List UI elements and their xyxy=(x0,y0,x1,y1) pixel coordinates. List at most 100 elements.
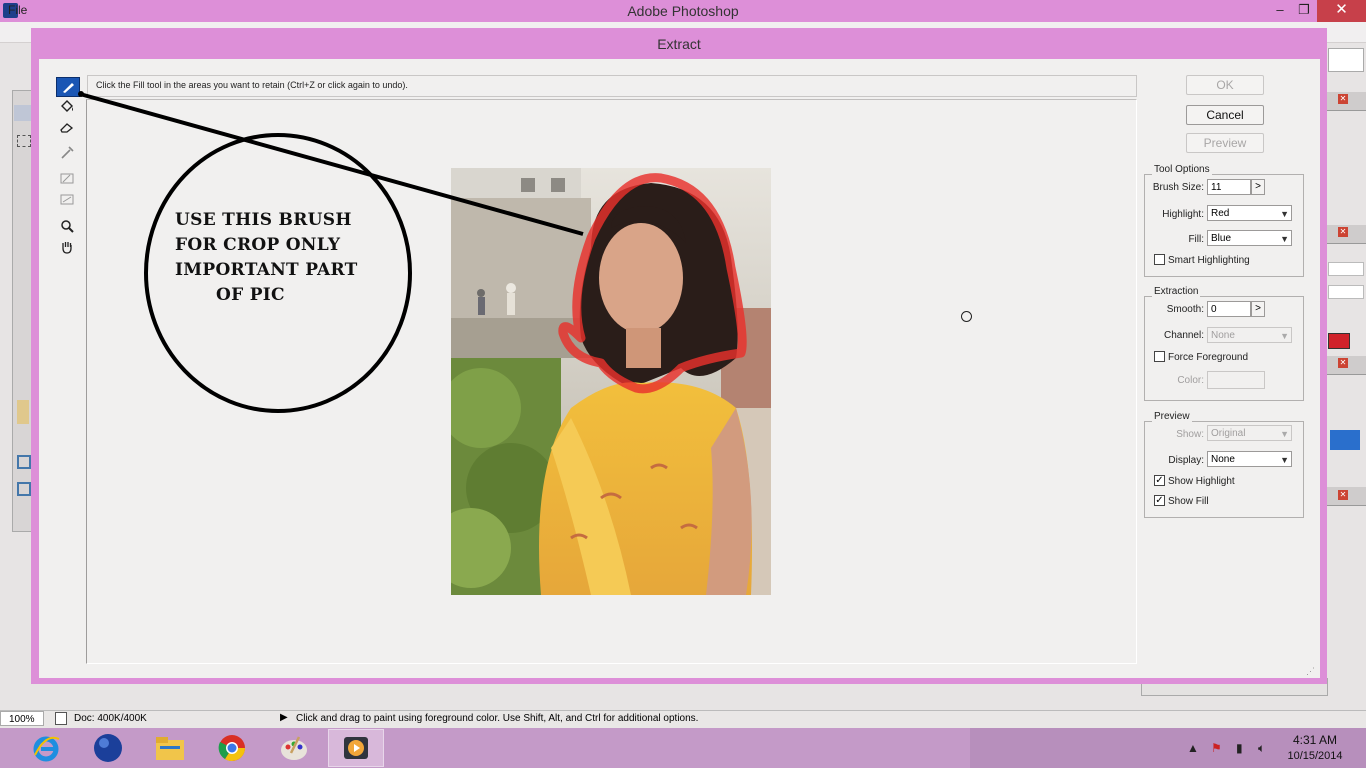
highlight-value: Red xyxy=(1211,208,1230,219)
document-icon xyxy=(55,712,67,725)
taskbar-paint[interactable] xyxy=(266,729,322,767)
photo-image[interactable] xyxy=(451,168,771,595)
fill-label: Fill: xyxy=(1188,234,1204,245)
show-value: Original xyxy=(1211,428,1246,439)
fill-select[interactable]: Blue ▼ xyxy=(1207,230,1292,246)
smooth-input[interactable]: 0 xyxy=(1207,301,1251,317)
edge-touchup-tool[interactable] xyxy=(56,190,78,208)
move-tool-icon[interactable] xyxy=(14,105,32,121)
taskbar-internet-explorer[interactable] xyxy=(18,729,74,767)
eyedropper-icon xyxy=(61,146,74,159)
app-title: Adobe Photoshop xyxy=(627,3,739,19)
zoom-level-field[interactable]: 100% xyxy=(0,711,44,726)
cleanup-tool[interactable] xyxy=(56,169,78,187)
channel-select[interactable]: None ▼ xyxy=(1207,327,1292,343)
panel-close-icon[interactable]: ✕ xyxy=(1338,490,1348,500)
eyedropper-tool[interactable] xyxy=(56,143,78,161)
action-center-flag-icon[interactable]: ⚑ xyxy=(1211,741,1222,755)
show-select[interactable]: Original ▼ xyxy=(1207,425,1292,441)
chevron-down-icon: ▼ xyxy=(1280,331,1289,341)
hand-tool[interactable] xyxy=(56,238,78,256)
edge-touchup-icon xyxy=(60,194,74,205)
display-label: Display: xyxy=(1168,455,1204,466)
folder-icon xyxy=(156,737,184,760)
brush-size-input[interactable]: 11 xyxy=(1207,179,1251,195)
smart-highlighting-label: Smart Highlighting xyxy=(1168,255,1250,266)
annotation-line: OF PIC xyxy=(216,285,285,305)
taskbar-chrome[interactable] xyxy=(204,729,260,767)
screen-mode-icon[interactable] xyxy=(17,482,31,496)
chevron-down-icon: ▼ xyxy=(1280,209,1289,219)
smooth-label: Smooth: xyxy=(1166,304,1204,315)
taskbar-file-explorer[interactable] xyxy=(142,729,198,767)
panel-field[interactable] xyxy=(1328,285,1364,299)
show-highlight-checkbox[interactable]: ✓ xyxy=(1154,475,1165,486)
channel-value: None xyxy=(1211,330,1235,341)
force-foreground-label: Force Foreground xyxy=(1168,352,1249,363)
fill-value: Blue xyxy=(1211,233,1232,244)
brush-size-label: Brush Size: xyxy=(1152,182,1204,193)
internet-explorer-icon xyxy=(33,736,60,762)
channel-label: Channel: xyxy=(1163,330,1204,341)
resize-grip-icon[interactable]: ⋰ xyxy=(1306,666,1315,677)
panel-close-icon[interactable]: ✕ xyxy=(1338,227,1348,237)
chevron-down-icon: ▼ xyxy=(1280,429,1289,439)
chevron-down-icon: ▼ xyxy=(1280,234,1289,244)
edge-highlighter-tool[interactable] xyxy=(56,77,80,97)
show-fill-checkbox[interactable]: ✓ xyxy=(1154,495,1165,506)
paint-palette-icon xyxy=(281,736,307,760)
close-button[interactable]: ✕ xyxy=(1317,0,1366,22)
force-foreground-checkbox[interactable] xyxy=(1154,351,1165,362)
smart-highlighting-checkbox[interactable] xyxy=(1154,254,1165,265)
color-label: Color: xyxy=(1177,375,1204,386)
display-value: None xyxy=(1211,454,1235,465)
restore-button[interactable]: ❐ xyxy=(1292,0,1316,22)
options-bar-field[interactable] xyxy=(1328,48,1364,72)
battery-icon[interactable]: ▮ xyxy=(1236,741,1243,755)
annotation-text: USE THIS BRUSH FOR CROP ONLY IMPORTANT P… xyxy=(175,208,358,308)
marquee-tool-icon[interactable] xyxy=(17,135,31,147)
taskbar-media-player[interactable] xyxy=(328,729,384,767)
menu-file[interactable]: File xyxy=(8,3,27,17)
zoom-tool[interactable] xyxy=(56,217,78,235)
dialog-title: Extract xyxy=(657,36,701,52)
doc-size-info: Doc: 400K/400K xyxy=(74,713,147,724)
brush-size-arrow[interactable]: > xyxy=(1251,179,1265,195)
show-highlight-label: Show Highlight xyxy=(1168,476,1235,487)
chevron-down-icon: ▼ xyxy=(1280,455,1289,465)
tool-options-legend: Tool Options xyxy=(1152,164,1212,175)
status-menu-arrow-icon[interactable]: ▶ xyxy=(280,712,288,723)
clock-time[interactable]: 4:31 AM xyxy=(1280,733,1350,747)
eraser-tool[interactable] xyxy=(56,118,78,136)
color-swatch-field[interactable] xyxy=(1207,371,1265,389)
media-player-icon xyxy=(344,737,368,759)
ok-button[interactable]: OK xyxy=(1186,75,1264,95)
panel-selected-layer[interactable] xyxy=(1330,430,1360,450)
globe-icon xyxy=(94,734,122,762)
highlight-select[interactable]: Red ▼ xyxy=(1207,205,1292,221)
smooth-arrow[interactable]: > xyxy=(1251,301,1265,317)
panel-field[interactable] xyxy=(1328,262,1364,276)
foreground-color-swatch[interactable] xyxy=(17,400,29,424)
panel-dock xyxy=(1326,90,1366,690)
color-swatch[interactable] xyxy=(1328,333,1350,349)
chrome-icon xyxy=(218,735,246,762)
annotation-line: USE THIS BRUSH xyxy=(175,210,352,230)
panel-close-icon[interactable]: ✕ xyxy=(1338,358,1348,368)
status-message: Click and drag to paint using foreground… xyxy=(296,713,699,724)
minimize-button[interactable]: – xyxy=(1268,0,1292,22)
magnifier-icon xyxy=(61,220,74,233)
volume-icon[interactable]: 🔈︎ xyxy=(1258,741,1265,756)
fill-tool[interactable] xyxy=(56,97,78,115)
hand-icon xyxy=(62,242,72,254)
taskbar-globe[interactable] xyxy=(80,729,136,767)
cancel-button[interactable]: Cancel xyxy=(1186,105,1264,125)
preview-button[interactable]: Preview xyxy=(1186,133,1264,153)
quickmask-icon[interactable] xyxy=(17,455,31,469)
eraser-icon xyxy=(60,123,74,133)
tray-expand-icon[interactable]: ▲ xyxy=(1187,741,1199,755)
panel-close-icon[interactable]: ✕ xyxy=(1338,94,1348,104)
display-select[interactable]: None ▼ xyxy=(1207,451,1292,467)
highlighter-icon xyxy=(63,83,74,93)
clock-date[interactable]: 10/15/2014 xyxy=(1280,750,1350,762)
